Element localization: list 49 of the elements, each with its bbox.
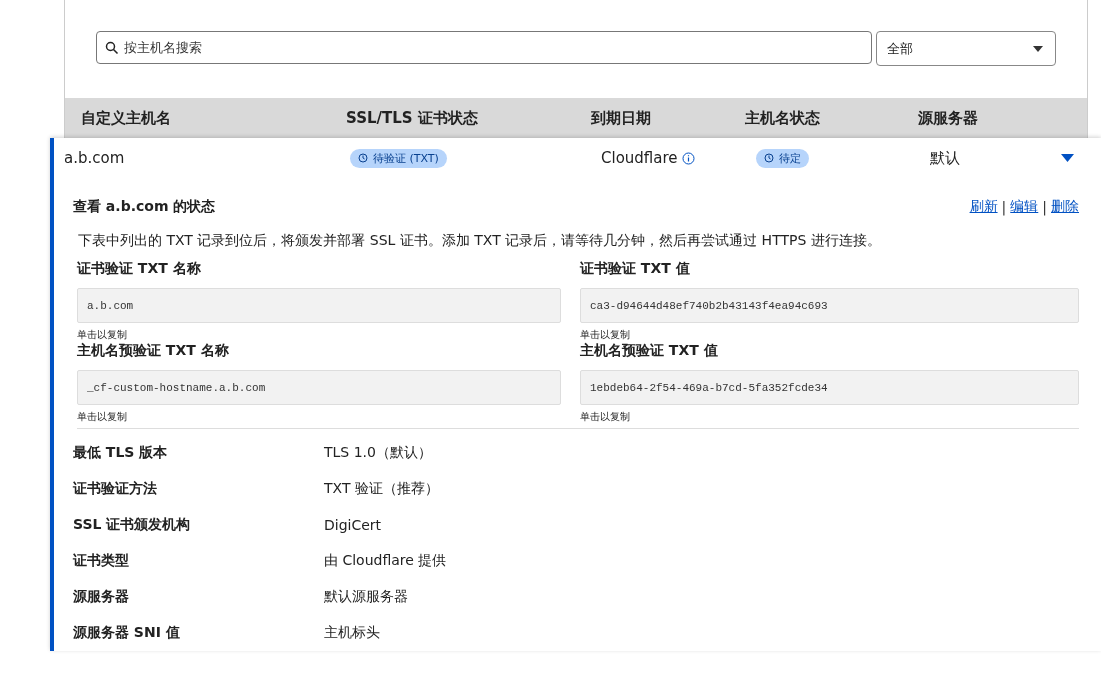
info-icon — [681, 151, 695, 165]
clock-icon — [358, 153, 368, 163]
clock-icon — [764, 153, 774, 163]
copy-hint: 单击以复制 — [580, 328, 631, 342]
status-badge: 待定 — [756, 148, 809, 168]
expiry-cell: Cloudflare — [601, 149, 678, 167]
caret-icon — [1033, 45, 1043, 52]
action-link[interactable]: 刷新 — [969, 198, 998, 216]
property-value: 主机标头 — [324, 624, 381, 642]
details-title: 查看 a.b.com 的状态 — [73, 198, 216, 216]
action-link[interactable]: 删除 — [1051, 198, 1079, 216]
action-link[interactable]: 编辑 — [1010, 198, 1039, 216]
property-label: 最低 TLS 版本 — [73, 444, 169, 462]
record-label: 主机名预验证 TXT 名称 — [77, 342, 230, 360]
copy-hint: 单击以复制 — [580, 410, 631, 424]
expand-caret-icon[interactable] — [1061, 154, 1074, 162]
property-label: 证书类型 — [73, 552, 130, 570]
property-value: 默认源服务器 — [324, 588, 409, 606]
copy-field[interactable]: 1ebdeb64-2f54-469a-b7cd-5fa352fcde34 — [580, 370, 1079, 405]
hostname-cell-text: a.b.com — [64, 149, 126, 167]
column-header: SSL/TLS 证书状态 — [346, 108, 479, 128]
property-value: TXT 验证（推荐） — [324, 480, 440, 498]
property-value: 由 Cloudflare 提供 — [324, 552, 448, 570]
copy-hint: 单击以复制 — [77, 410, 128, 424]
status-badge: 待验证 (TXT) — [350, 148, 447, 168]
copy-field[interactable]: ca3-d94644d48ef740b2b43143f4ea94c693 — [580, 288, 1079, 323]
property-label: 源服务器 — [73, 588, 130, 606]
record-label: 证书验证 TXT 名称 — [77, 260, 202, 278]
record-label: 证书验证 TXT 值 — [580, 260, 691, 278]
record-label: 主机名预验证 TXT 值 — [580, 342, 719, 360]
copy-hint: 单击以复制 — [77, 328, 128, 342]
separator: | — [1001, 199, 1007, 215]
column-header: 自定义主机名 — [81, 108, 172, 128]
copy-field[interactable]: _cf-custom-hostname.a.b.com — [77, 370, 561, 405]
property-label: SSL 证书颁发机构 — [73, 516, 192, 534]
column-header: 到期日期 — [591, 108, 652, 128]
property-value: DigiCert — [324, 517, 383, 533]
separator: | — [1042, 199, 1047, 215]
property-label: 源服务器 SNI 值 — [73, 624, 181, 642]
origin-cell-text: 默认 — [930, 148, 961, 168]
column-header: 源服务器 — [918, 108, 979, 128]
property-value: TLS 1.0（默认） — [324, 444, 433, 462]
search-field[interactable]: 按主机名搜索 — [96, 31, 872, 64]
property-label: 证书验证方法 — [73, 480, 158, 498]
description-text: 下表中列出的 TXT 记录到位后，将颁发并部署 SSL 证书。添加 TXT 记录后，请等待几分钟，然后再尝试通过 HTTPS 进行连接。 — [78, 232, 882, 250]
filter-select[interactable]: 全部 — [876, 31, 1056, 66]
copy-field[interactable]: a.b.com — [77, 288, 561, 323]
column-header: 主机名状态 — [745, 108, 821, 128]
search-icon — [105, 41, 119, 55]
